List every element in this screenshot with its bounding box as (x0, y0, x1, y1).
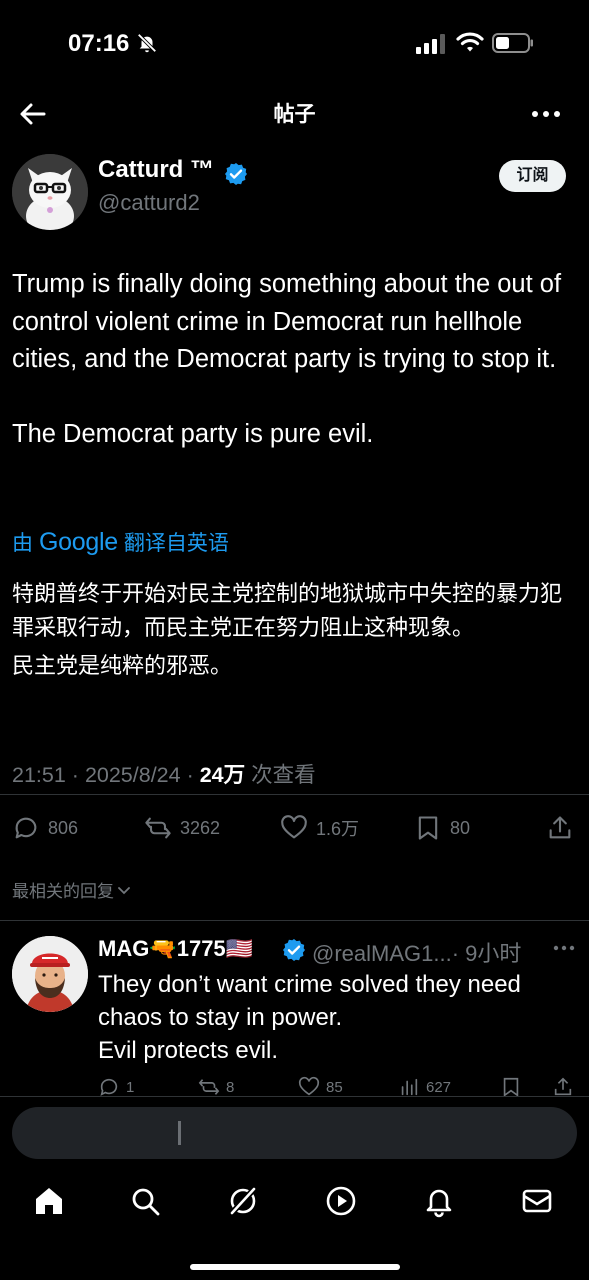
reply-count: 806 (48, 817, 79, 838)
home-icon[interactable] (32, 1184, 66, 1218)
share-icon (549, 816, 571, 839)
more-options-icon[interactable] (530, 100, 562, 128)
reply-sort-dropdown[interactable]: 最相关的回复 (12, 877, 132, 902)
status-bar: 07:16 (0, 0, 589, 88)
reply-like-count: 85 (326, 1078, 343, 1096)
notifications-bell-icon[interactable] (422, 1184, 456, 1218)
verified-badge-icon (283, 939, 305, 961)
reply-sort-label: 最相关的回复 (12, 882, 114, 901)
nav-bar: 帖子 (0, 88, 589, 140)
bookmark-icon (418, 816, 438, 840)
tweet-time: 21:51 (12, 763, 66, 787)
translation-paragraph: 民主党是纯粹的邪恶。 (12, 653, 233, 678)
reply-handle-time: @realMAG1...· 9小时 (312, 936, 521, 968)
views-count[interactable]: 24万 (200, 763, 245, 787)
reply-icon (15, 817, 37, 839)
bell-muted-icon (137, 33, 157, 53)
chevron-down-icon (118, 886, 130, 894)
bottom-tab-bar (0, 1168, 589, 1280)
status-time: 07:16 (68, 30, 130, 57)
reply-reply-count: 1 (126, 1078, 135, 1096)
views-chart-icon (401, 1078, 418, 1096)
repost-button[interactable]: 3262 (144, 808, 220, 848)
reply-button[interactable]: 806 (12, 808, 78, 848)
wifi-icon (456, 32, 484, 52)
translation-paragraph: 特朗普终于开始对民主党控制的地狱城市中失控的暴力犯罪采取行动，而民主党正在努力阻… (12, 581, 563, 640)
reply-repost-button[interactable]: 8 (198, 1076, 234, 1096)
text-cursor (178, 1121, 181, 1145)
tweet-body: Trump is finally doing something about t… (12, 266, 577, 454)
reply-bookmark-button[interactable] (500, 1076, 528, 1096)
reply-repost-count: 8 (226, 1078, 235, 1096)
reply-views-count: 627 (426, 1078, 452, 1096)
heart-icon (281, 815, 307, 839)
grok-icon[interactable] (226, 1184, 260, 1218)
tweet-paragraph: Trump is finally doing something about t… (12, 270, 562, 373)
more-options-icon[interactable] (552, 938, 576, 958)
reply-views-button[interactable]: 627 (398, 1076, 451, 1096)
tweet-meta: 21:51 · 2025/8/24 · 24万 次查看 (12, 763, 316, 787)
reply-composer-area (0, 1096, 589, 1168)
video-play-icon[interactable] (324, 1184, 358, 1218)
tweet-author: Catturd ™ @catturd2 订阅 (0, 148, 589, 232)
page-title: 帖子 (273, 103, 316, 126)
heart-icon (298, 1076, 320, 1096)
bookmark-button[interactable]: 80 (414, 808, 470, 848)
author-name[interactable]: Catturd ™ (98, 156, 214, 184)
cellular-signal-icon (416, 34, 445, 54)
repost-icon (145, 817, 171, 839)
divider (0, 920, 589, 921)
author-avatar[interactable] (12, 154, 88, 230)
translated-text: 特朗普终于开始对民主党控制的地狱城市中失控的暴力犯罪采取行动，而民主党正在努力阻… (12, 577, 577, 687)
reply-body: They don’t want crime solved they need c… (98, 968, 578, 1067)
reply-avatar[interactable] (12, 936, 88, 1012)
reply-handle[interactable]: @realMAG1... (312, 941, 452, 966)
google-logo: Google (39, 527, 118, 556)
reply-icon (100, 1078, 118, 1096)
battery-icon (492, 33, 533, 53)
like-count: 1.6万 (316, 819, 360, 839)
tweet-paragraph: The Democrat party is pure evil. (12, 420, 374, 448)
share-button[interactable] (546, 808, 582, 848)
tweet-date: 2025/8/24 (84, 763, 181, 787)
reply-share-button[interactable] (552, 1076, 580, 1096)
subscribe-button[interactable]: 订阅 (499, 160, 566, 192)
reply-time: · 9小时 (451, 941, 522, 966)
reply-item[interactable]: MAG🔫1775🇺🇸 @realMAG1...· 9小时 They don’t … (0, 928, 589, 1096)
views-label: 次查看 (251, 763, 316, 787)
verified-badge-icon (225, 163, 247, 185)
reply-line: Evil protects evil. (98, 1037, 279, 1064)
share-icon (554, 1077, 572, 1096)
reply-line: They don’t want crime solved they need c… (98, 971, 521, 1031)
repost-icon (198, 1079, 220, 1095)
reply-input[interactable] (12, 1107, 577, 1159)
like-button[interactable]: 1.6万 (280, 808, 359, 848)
translate-prefix: 由 (12, 532, 33, 555)
bookmark-count: 80 (450, 817, 471, 838)
translate-suffix: 翻译自英语 (123, 532, 229, 555)
home-indicator (190, 1264, 400, 1270)
search-icon[interactable] (128, 1184, 162, 1218)
translation-attribution[interactable]: 由 Google 翻译自英语 (12, 526, 229, 558)
author-handle[interactable]: @catturd2 (98, 190, 200, 216)
tweet-actions: 806 3262 1.6万 80 (0, 808, 589, 848)
reply-like-button[interactable]: 85 (298, 1076, 343, 1096)
messages-mail-icon[interactable] (520, 1184, 554, 1218)
reply-actions: 1 8 85 627 (98, 1076, 578, 1096)
repost-count: 3262 (180, 817, 221, 838)
reply-author-name[interactable]: MAG🔫1775🇺🇸 (98, 936, 253, 962)
divider (0, 794, 589, 795)
reply-reply-button[interactable]: 1 (98, 1076, 134, 1096)
bookmark-icon (503, 1077, 519, 1096)
